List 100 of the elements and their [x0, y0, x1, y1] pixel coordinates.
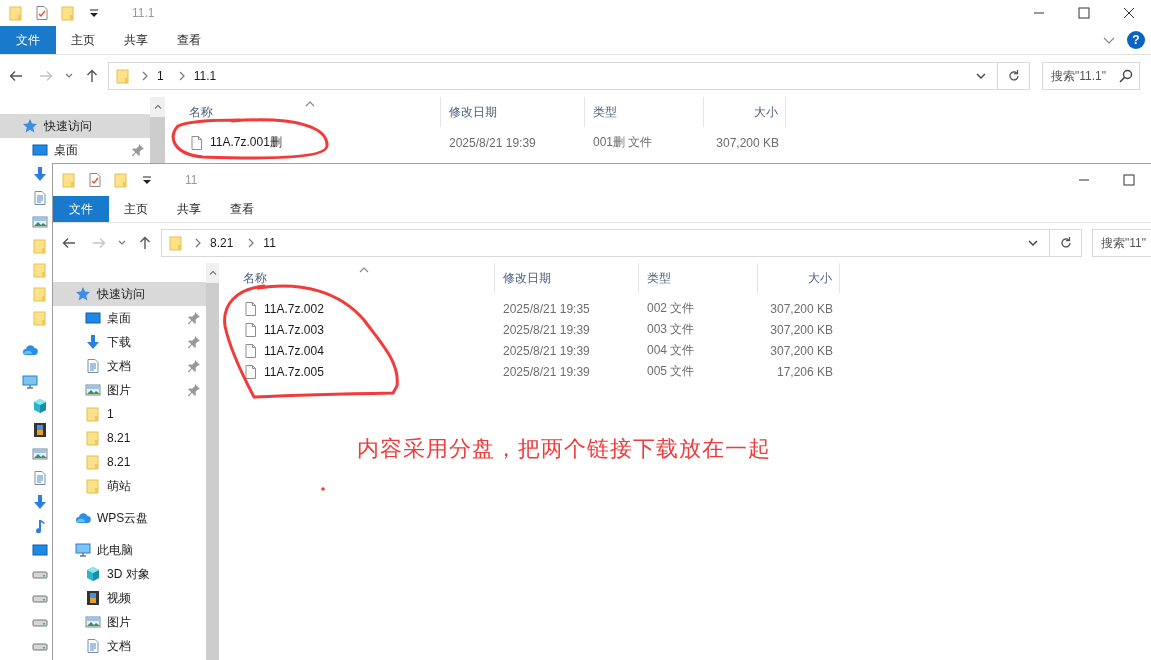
file-type: 002 文件	[646, 300, 696, 317]
file-icon	[243, 342, 259, 359]
file-name[interactable]: 11A.7z.003	[264, 322, 324, 337]
up-arrow-icon[interactable]	[84, 68, 100, 84]
column-header[interactable]: 名称	[219, 263, 495, 293]
ribbon-tab[interactable]: 共享	[109, 26, 162, 54]
nav-item[interactable]: 视频	[53, 586, 135, 610]
column-header[interactable]: 大小	[704, 97, 786, 127]
nav-item[interactable]: 图片	[53, 610, 135, 634]
nav-item[interactable]: 文档	[53, 634, 135, 658]
window-title: 11.1	[132, 6, 155, 20]
maximize-icon[interactable]	[1075, 5, 1092, 21]
file-menu-button[interactable]: 文件	[53, 196, 109, 222]
file-type: 004 文件	[646, 342, 696, 359]
document-icon	[32, 190, 48, 206]
back-icon[interactable]	[61, 235, 77, 251]
search-field[interactable]: 搜索"11.1"	[1042, 62, 1140, 90]
modified-date: 2025/8/21 19:39	[502, 322, 591, 337]
breadcrumb[interactable]: 1	[157, 69, 164, 83]
nav-item[interactable]: 桌面	[53, 306, 206, 330]
nav-item[interactable]: 图片	[53, 378, 206, 402]
nav-item[interactable]: 8.21	[53, 450, 135, 474]
cloud-icon	[75, 510, 91, 526]
checklist-icon[interactable]	[87, 172, 103, 188]
file-name[interactable]: 11A.7z.001删	[210, 134, 282, 151]
nav-item[interactable]: 文档	[53, 354, 206, 378]
forward-icon[interactable]	[38, 68, 54, 84]
back-icon[interactable]	[8, 68, 24, 84]
breadcrumb[interactable]: 8.21	[210, 236, 234, 250]
nav-item[interactable]: 8.21	[53, 426, 135, 450]
file-name[interactable]: 11A.7z.002	[264, 301, 324, 316]
column-header[interactable]: 类型	[585, 97, 704, 127]
file-type: 005 文件	[646, 363, 696, 380]
up-arrow-icon[interactable]	[137, 235, 153, 251]
pin-icon[interactable]	[186, 382, 202, 398]
download-arrow-icon	[32, 166, 48, 182]
folder-icon	[115, 68, 131, 84]
ribbon-tab[interactable]: 共享	[162, 196, 215, 222]
checklist-icon[interactable]	[34, 5, 50, 21]
folder-icon	[168, 235, 184, 251]
nav-item[interactable]: 1	[53, 402, 118, 426]
file-icon	[243, 321, 259, 338]
monitor-icon	[85, 310, 101, 326]
pin-icon[interactable]	[186, 310, 202, 326]
nav-item[interactable]: WPS云盘	[53, 506, 153, 530]
folder-icon	[32, 262, 48, 278]
folder-icon	[32, 310, 48, 326]
ribbon-tab[interactable]: 主页	[109, 196, 162, 222]
column-header[interactable]: 名称	[165, 97, 441, 127]
nav-item[interactable]: 萌站	[53, 474, 135, 498]
document-icon	[32, 470, 48, 486]
folder-icon	[85, 406, 101, 422]
file-icon	[243, 300, 259, 317]
annotation-text: 内容采用分盘，把两个链接下载放在一起	[357, 435, 771, 463]
file-size: 307,200 KB	[769, 343, 834, 358]
pin-icon[interactable]	[130, 142, 146, 158]
nav-item[interactable]: 快速访问	[0, 114, 150, 138]
folder-icon	[85, 454, 101, 470]
column-header[interactable]: 大小	[758, 263, 840, 293]
download-arrow-icon	[85, 334, 101, 350]
ribbon-tab[interactable]: 主页	[56, 26, 109, 54]
maximize-icon[interactable]	[1120, 172, 1137, 188]
file-menu-button[interactable]: 文件	[0, 26, 56, 54]
column-header[interactable]: 修改日期	[495, 263, 639, 293]
file-name[interactable]: 11A.7z.005	[264, 364, 324, 379]
help-button[interactable]: ?	[1127, 31, 1145, 49]
file-size: 307,200 KB	[769, 301, 834, 316]
folder-icon	[32, 238, 48, 254]
nav-item[interactable]: 3D 对象	[53, 562, 154, 586]
address-bar[interactable]: 1 11.1	[108, 62, 998, 90]
refresh-button[interactable]	[998, 62, 1030, 90]
pin-icon[interactable]	[186, 334, 202, 350]
nav-item[interactable]: 桌面	[0, 138, 150, 162]
folder-icon	[32, 286, 48, 302]
ribbon-tab[interactable]: 查看	[215, 196, 268, 222]
window-title: 11	[185, 173, 198, 187]
file-name[interactable]: 11A.7z.004	[264, 343, 324, 358]
column-header[interactable]: 修改日期	[441, 97, 585, 127]
nav-item[interactable]: 此电脑	[53, 538, 137, 562]
picture-icon	[32, 446, 48, 462]
pin-icon[interactable]	[186, 358, 202, 374]
search-field[interactable]: 搜索"11"	[1092, 229, 1151, 257]
ribbon-tab[interactable]: 查看	[162, 26, 215, 54]
forward-icon[interactable]	[91, 235, 107, 251]
picture-icon	[32, 214, 48, 230]
file-icon	[243, 363, 259, 380]
refresh-button[interactable]	[1050, 229, 1082, 257]
film-icon	[32, 422, 48, 438]
monitor-icon	[32, 142, 48, 158]
modified-date: 2025/8/21 19:39	[502, 364, 591, 379]
file-size: 17,206 KB	[775, 364, 834, 379]
nav-item[interactable]: 下载	[53, 330, 206, 354]
file-icon	[189, 134, 205, 151]
address-bar[interactable]: 8.21 11	[161, 229, 1050, 257]
nav-item[interactable]: 快速访问	[53, 282, 206, 306]
breadcrumb[interactable]: 11.1	[193, 69, 217, 83]
breadcrumb[interactable]: 11	[263, 236, 276, 250]
cloud-icon	[22, 342, 38, 358]
column-header[interactable]: 类型	[639, 263, 758, 293]
folder-icon	[8, 5, 24, 21]
